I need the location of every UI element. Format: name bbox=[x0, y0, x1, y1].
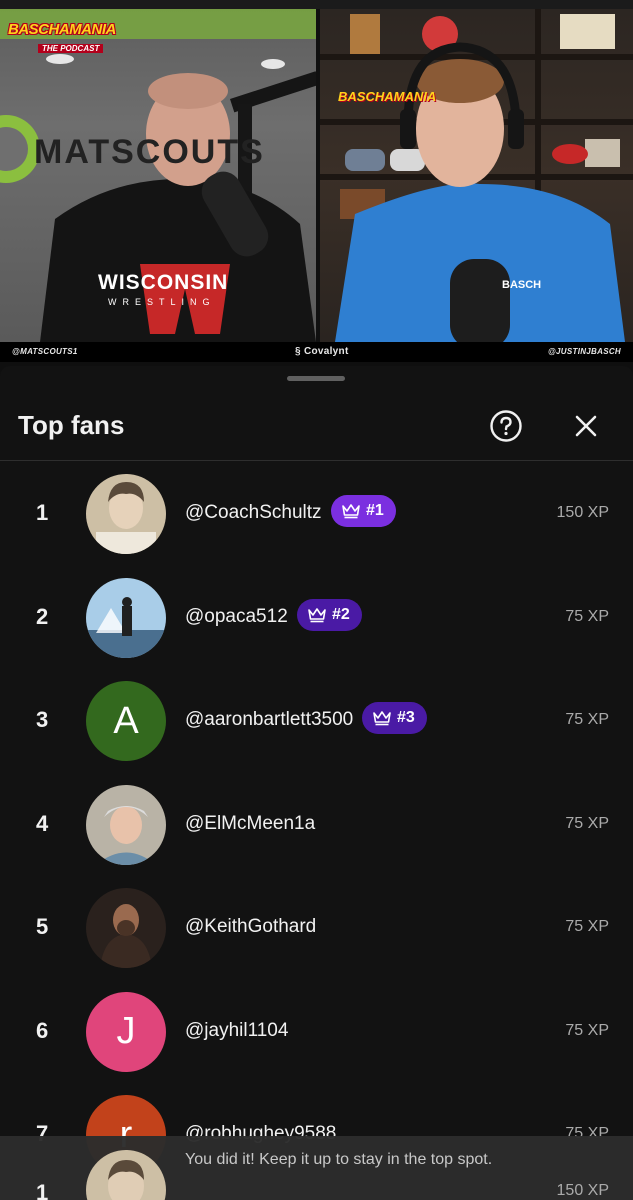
fan-rank: 4 bbox=[36, 810, 49, 836]
shirt-logo-text-right: BASCH bbox=[502, 279, 542, 291]
fan-xp: 150 XP bbox=[556, 504, 609, 521]
fan-username[interactable]: @aaronbartlett3500 bbox=[185, 709, 353, 731]
rank-badge-label: #1 bbox=[366, 502, 384, 519]
fan-rank: 6 bbox=[36, 1017, 49, 1043]
fan-rank: 3 bbox=[36, 707, 49, 732]
fan-xp: 75 XP bbox=[565, 711, 609, 728]
fan-rank: 5 bbox=[36, 914, 49, 939]
fan-avatar[interactable]: A bbox=[86, 681, 166, 761]
fan-avatar[interactable] bbox=[86, 577, 166, 658]
status-strip bbox=[0, 0, 633, 9]
fan-avatar[interactable] bbox=[86, 784, 166, 865]
rank-badge: #3 bbox=[362, 702, 427, 734]
fan-row[interactable]: 4 @ElMcMeen1a 75 XP bbox=[0, 773, 633, 877]
fan-avatar[interactable]: J bbox=[86, 991, 166, 1072]
fan-xp: 75 XP bbox=[565, 814, 609, 832]
fan-avatar[interactable] bbox=[86, 888, 166, 968]
sheet-title: Top fans bbox=[18, 410, 125, 440]
shelf-logo-text: BASCHAMANIA bbox=[338, 89, 437, 104]
avatar-photo bbox=[86, 888, 166, 968]
fan-username[interactable]: @jayhil1104 bbox=[185, 1020, 288, 1042]
rank-badge-label: #2 bbox=[332, 605, 350, 623]
avatar-letter: J bbox=[116, 1010, 136, 1052]
sheet-header: Top fans bbox=[0, 396, 633, 460]
right-camera-feed: BASCHAMANIA BASCH bbox=[320, 9, 633, 342]
toast-rank: 1 bbox=[36, 1180, 49, 1200]
toast-message: You did it! Keep it up to stay in the to… bbox=[185, 1151, 493, 1168]
help-circle-icon bbox=[490, 410, 522, 442]
toast-avatar bbox=[86, 1150, 166, 1200]
fan-username[interactable]: @opaca512 bbox=[185, 606, 288, 628]
fan-avatar[interactable] bbox=[86, 474, 166, 554]
fan-row[interactable]: 6 J @jayhil1104 75 XP bbox=[0, 980, 633, 1084]
avatar-photo bbox=[86, 784, 166, 865]
fan-row[interactable]: 2 @opaca512 #2 75 XP bbox=[0, 566, 633, 670]
avatar-photo bbox=[86, 577, 166, 658]
drag-handle[interactable] bbox=[287, 376, 345, 381]
fan-username[interactable]: @CoachSchultz bbox=[185, 502, 322, 524]
avatar-photo bbox=[86, 474, 166, 554]
fan-username[interactable]: @ElMcMeen1a bbox=[185, 813, 315, 835]
fan-rank: 2 bbox=[36, 603, 49, 629]
sponsor-icon: § bbox=[295, 346, 304, 357]
left-camera-feed: BASCHAMANIA THE PODCAST MATSCOUTS WISCON… bbox=[0, 9, 316, 342]
shirt-logo-text: WISCONSIN bbox=[98, 271, 229, 294]
wall-logo-text: MATSCOUTS bbox=[34, 133, 265, 171]
avatar-letter: A bbox=[113, 699, 139, 742]
crown-icon bbox=[342, 504, 360, 519]
fan-xp: 75 XP bbox=[565, 607, 609, 625]
close-button[interactable] bbox=[568, 408, 604, 444]
crown-icon bbox=[308, 607, 326, 622]
crown-icon bbox=[373, 711, 391, 726]
achievement-toast[interactable]: 1 You did it! Keep it up to stay in the … bbox=[0, 1136, 633, 1200]
toast-avatar-photo bbox=[86, 1150, 166, 1200]
video-footer: @MATSCOUTS1 § Covalynt @JUSTINJBASCH bbox=[0, 342, 633, 362]
shirt-sub-text: WRESTLING bbox=[108, 297, 216, 307]
fan-username[interactable]: @KeithGothard bbox=[185, 916, 316, 938]
toast-xp: 150 XP bbox=[556, 1182, 609, 1199]
top-fans-sheet: Top fans 1 @CoachSchultz #1 150 XP 2 @opaca51… bbox=[0, 366, 633, 1200]
fan-rank: 1 bbox=[36, 500, 49, 525]
left-handle: @MATSCOUTS1 bbox=[12, 347, 78, 356]
video-player[interactable]: BASCHAMANIA THE PODCAST MATSCOUTS WISCON… bbox=[0, 0, 633, 362]
right-camera-scene bbox=[320, 9, 633, 342]
right-handle: @JUSTINJBASCH bbox=[547, 347, 621, 356]
rank-badge: #1 bbox=[331, 495, 396, 527]
sponsor-label: § Covalynt bbox=[295, 346, 349, 357]
fan-xp: 75 XP bbox=[565, 918, 609, 935]
header-divider bbox=[0, 460, 633, 461]
fan-xp: 75 XP bbox=[565, 1021, 609, 1039]
close-icon bbox=[575, 415, 597, 437]
fan-row[interactable]: 1 @CoachSchultz #1 150 XP bbox=[0, 462, 633, 566]
rank-badge-label: #3 bbox=[397, 709, 415, 726]
podcast-logo: BASCHAMANIA THE PODCAST bbox=[8, 21, 116, 53]
fan-row[interactable]: 3 A @aaronbartlett3500 #3 75 XP bbox=[0, 669, 633, 773]
rank-badge: #2 bbox=[297, 598, 362, 631]
fan-row[interactable]: 5 @KeithGothard 75 XP bbox=[0, 876, 633, 980]
help-button[interactable] bbox=[488, 408, 524, 444]
